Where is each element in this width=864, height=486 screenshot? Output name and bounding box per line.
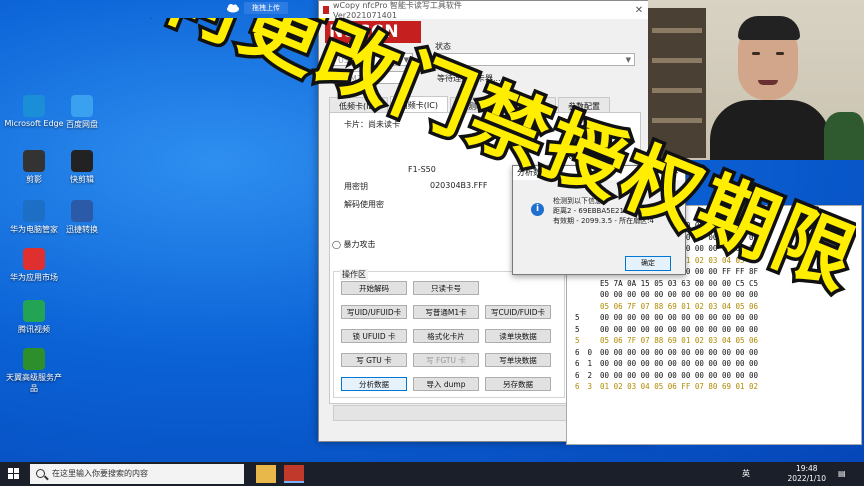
converter-icon (71, 200, 93, 222)
grid-row: 6 3 01 02 03 04 05 06 FF 07 80 69 01 02 (571, 381, 763, 393)
jianying-icon (23, 150, 45, 172)
op-button-4-2[interactable]: 另存数据 (485, 377, 551, 391)
desktop-icon-label: 天翼高级服务产品 (6, 373, 62, 393)
desktop-icon-baidu-netdisk[interactable]: 百度网盘 (52, 95, 112, 130)
huawei-pc-manager-icon (23, 200, 45, 222)
brute-force-radio[interactable]: ◯ 暴力攻击 (332, 239, 376, 250)
op-button-3-1[interactable]: 写 FGTU 卡 (413, 353, 479, 367)
desktop-icon-label: 百度网盘 (66, 120, 98, 129)
cloud-icon (227, 4, 239, 13)
op-button-2-2[interactable]: 读单块数据 (485, 329, 551, 343)
ok-button[interactable]: 确定 (625, 256, 671, 271)
webcam-overlay (648, 0, 864, 160)
dialog-title: 分析数据 (513, 166, 685, 180)
op-button-0-1[interactable]: 只读卡号 (413, 281, 479, 295)
op-button-1-0[interactable]: 写UID/UFUID卡 (341, 305, 407, 319)
op-button-3-0[interactable]: 写 GTU 卡 (341, 353, 407, 367)
com-select[interactable]: COM3 ▼ (333, 71, 413, 84)
notification-icon[interactable]: ▤ (838, 462, 846, 486)
huawei-appgallery-icon (23, 248, 45, 270)
desktop-icon-label: 华为应用市场 (10, 273, 58, 282)
desktop-icon-kuaijianji[interactable]: 快剪辑 (52, 150, 112, 185)
grid-row: 6 0 00 00 00 00 00 00 00 00 00 00 00 00 (575, 347, 759, 357)
taskbar-search-input[interactable]: 在这里输入你要搜索的内容 (30, 464, 244, 484)
key-label: 用密钥 (344, 182, 368, 191)
port-select[interactable]: USB ▼ (333, 53, 413, 66)
baidu-netdisk-icon (71, 95, 93, 117)
app-titlebar: wCopy nfcPro 智能卡读写工具软件 Ver2021071401 ✕ (319, 1, 649, 20)
grid-row: 6 1 00 00 00 00 00 00 00 00 00 00 00 00 (571, 358, 763, 370)
card-type: F1-S50 (408, 165, 436, 174)
grid-row: 5 00 00 00 00 00 00 00 00 00 00 00 00 (571, 312, 763, 324)
ime-indicator[interactable]: 英 (742, 462, 750, 486)
dialog-message: 检测到以下信息: 距离2 - 69EBBA5E21 - 所在扇区:1 有效期 -… (553, 197, 666, 225)
app-logo: NSCCN (325, 21, 421, 43)
close-icon[interactable]: ✕ (629, 5, 649, 16)
desktop-icon-huawei-appgallery[interactable]: 华为应用市场 (4, 248, 64, 283)
grid-row: 6 2 00 00 00 00 00 00 00 00 00 00 00 00 (575, 370, 759, 380)
wcopy-taskbar-icon[interactable] (284, 465, 304, 483)
key-value: 020304B3.FFF (430, 181, 488, 190)
app-small-logo-icon (323, 6, 329, 14)
grid-row: 05 06 7F 07 88 69 01 02 03 04 05 06 (600, 301, 759, 311)
chevron-down-icon: ▼ (403, 74, 409, 82)
close-icon[interactable]: ✕ (671, 167, 679, 177)
grid-row: 00 00 00 00 00 00 00 00 00 00 00 00 (571, 289, 763, 301)
edge-icon (23, 95, 45, 117)
status-label: 状态 (435, 42, 451, 51)
key-a-label: Key A: (566, 152, 592, 161)
file-explorer-icon[interactable] (256, 465, 276, 483)
kuaijianji-icon (71, 150, 93, 172)
tianyi-icon (23, 348, 45, 370)
op-button-0-0[interactable]: 开始解码 (341, 281, 407, 295)
op-button-3-2[interactable]: 写单块数据 (485, 353, 551, 367)
desktop-icon-label: 快剪辑 (70, 175, 94, 184)
grid-row: 5 00 00 00 00 00 00 00 00 00 00 00 00 (575, 324, 759, 334)
desktop-icon-label: 迅捷转换 (66, 225, 98, 234)
analyze-dialog: 分析数据 ✕ i 检测到以下信息: 距离2 - 69EBBA5E21 - 所在扇… (512, 165, 686, 275)
taskbar: 在这里输入你要搜索的内容 英 19:48 2022/1/10 ▤ (0, 462, 864, 486)
port-label: 接口 (333, 42, 349, 51)
operations-label: 操作区 (340, 269, 368, 280)
desktop-icon-converter[interactable]: 迅捷转换 (52, 200, 112, 235)
status-text: 等待连接读卡器... (437, 74, 501, 83)
chevron-down-icon: ▼ (625, 56, 631, 64)
app-title: wCopy nfcPro 智能卡读写工具软件 Ver2021071401 (332, 1, 462, 20)
search-icon (36, 469, 45, 478)
desktop-icon-label: 腾讯视频 (18, 325, 50, 334)
grid-row: E5 7A 0A 15 05 03 63 00 00 00 C5 C5 (600, 278, 759, 288)
tencent-video-icon (23, 300, 45, 322)
op-button-2-1[interactable]: 格式化卡片 (413, 329, 479, 343)
op-button-4-0[interactable]: 分析数据 (341, 377, 407, 391)
info-icon: i (531, 203, 544, 216)
grid-row: 5 05 06 7F 07 88 69 01 02 03 04 05 06 (571, 335, 763, 347)
op-button-1-1[interactable]: 写普通M1卡 (413, 305, 479, 319)
status-select[interactable]: ▼ (435, 53, 635, 66)
op-button-4-1[interactable]: 导入 dump (413, 377, 479, 391)
desktop-icon-tianyi[interactable]: 天翼高级服务产品 (4, 348, 64, 394)
desktop-icon-tencent-video[interactable]: 腾讯视频 (4, 300, 64, 335)
op-button-2-0[interactable]: 锁 UFUID 卡 (341, 329, 407, 343)
taskbar-clock[interactable]: 19:48 2022/1/10 (788, 464, 826, 484)
cloud-upload-button[interactable]: 拖拽上传 (244, 2, 288, 14)
chevron-down-icon: ▼ (403, 56, 409, 64)
op-button-1-2[interactable]: 写CUID/FUID卡 (485, 305, 551, 319)
decode-label: 解码使用密 (344, 200, 384, 209)
windows-start-icon[interactable] (8, 468, 20, 480)
card-status: 卡片：尚未读卡 (344, 120, 400, 129)
